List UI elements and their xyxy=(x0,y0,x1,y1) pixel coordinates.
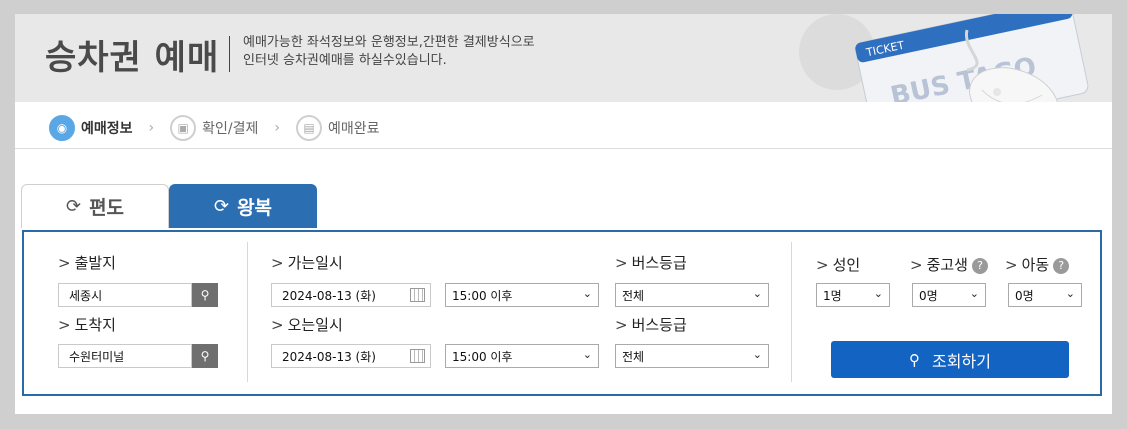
calendar-icon[interactable] xyxy=(410,349,425,363)
header-desc-line1: 예매가능한 좌석정보와 운행정보,간편한 결제방식으로 xyxy=(243,35,535,50)
chevron-right-icon: › xyxy=(274,120,280,136)
bus-grade-return-label: > 버스등급 xyxy=(615,316,687,334)
return-date-label: > 오는일시 xyxy=(271,316,343,334)
search-icon: ⚲ xyxy=(200,349,210,363)
search-button-label: 조회하기 xyxy=(932,351,991,371)
departure-input[interactable]: 세종시 xyxy=(58,283,192,307)
return-date-value: 2024-08-13 (화) xyxy=(282,349,376,364)
page-frame: 승차권 예매 예매가능한 좌석정보와 운행정보,간편한 결제방식으로 인터넷 승… xyxy=(15,14,1112,414)
step-confirm-payment: ▣ 확인/결제 xyxy=(170,115,258,141)
header-divider xyxy=(229,36,230,72)
document-icon: ▤ xyxy=(296,115,322,141)
step-label: 예매정보 xyxy=(81,121,133,137)
student-count-select[interactable]: 0명 ⌄ xyxy=(912,283,986,307)
go-date-value: 2024-08-13 (화) xyxy=(282,288,376,303)
location-pin-icon: ◉ xyxy=(49,115,75,141)
arrival-search-button[interactable]: ⚲ xyxy=(192,344,218,368)
page-header: 승차권 예매 예매가능한 좌석정보와 운행정보,간편한 결제방식으로 인터넷 승… xyxy=(15,14,1112,102)
bus-grade-go-value: 전체 xyxy=(622,288,645,303)
booking-form-panel: > 출발지 세종시 ⚲ > 도착지 수원터미널 ⚲ > 가는일시 2024-08-13… xyxy=(22,230,1102,396)
step-complete: ▤ 예매완료 xyxy=(296,115,380,141)
steps-divider xyxy=(15,148,1112,149)
arrival-input[interactable]: 수원터미널 xyxy=(58,344,192,368)
bus-grade-go-select[interactable]: 전체 ⌄ xyxy=(615,283,769,307)
chevron-down-icon: ⌄ xyxy=(873,287,883,300)
chevron-down-icon: ⌄ xyxy=(582,348,592,361)
tab-round-trip[interactable]: ⟳ 왕복 xyxy=(169,184,317,228)
step-booking-info: ◉ 예매정보 xyxy=(49,115,133,141)
tab-round-trip-label: 왕복 xyxy=(237,196,273,219)
calendar-icon[interactable] xyxy=(410,288,425,302)
tab-one-way[interactable]: ⟳ 편도 xyxy=(21,184,169,228)
chevron-down-icon: ⌄ xyxy=(752,287,762,300)
bus-grade-go-label: > 버스등급 xyxy=(615,254,687,272)
search-button[interactable]: ⚲ 조회하기 xyxy=(831,341,1069,378)
go-time-select[interactable]: 15:00 이후 ⌄ xyxy=(445,283,599,307)
ticket-mouse-illustration: TICKET BUS TAGO xyxy=(799,14,1089,102)
return-time-value: 15:00 이후 xyxy=(452,349,513,364)
return-date-input[interactable]: 2024-08-13 (화) xyxy=(271,344,431,368)
header-description: 예매가능한 좌석정보와 운행정보,간편한 결제방식으로 인터넷 승차권예매를 하… xyxy=(243,34,535,70)
adult-count-value: 1명 xyxy=(823,288,842,303)
header-desc-line2: 인터넷 승차권예매를 하실수있습니다. xyxy=(243,53,447,68)
adult-label: > 성인 xyxy=(816,256,861,274)
chevron-down-icon: ⌄ xyxy=(582,287,592,300)
adult-count-select[interactable]: 1명 ⌄ xyxy=(816,283,890,307)
progress-steps: ◉ 예매정보 › ▣ 확인/결제 › ▤ 예매완료 xyxy=(49,114,380,142)
help-icon[interactable]: ? xyxy=(1053,258,1070,274)
go-time-value: 15:00 이후 xyxy=(452,288,513,303)
search-icon: ⚲ xyxy=(909,350,921,369)
student-label: > 중고생? xyxy=(910,254,988,275)
student-count-value: 0명 xyxy=(919,288,938,303)
chevron-down-icon: ⌄ xyxy=(752,348,762,361)
column-divider xyxy=(247,242,248,382)
departure-label: > 출발지 xyxy=(58,254,116,272)
help-icon[interactable]: ? xyxy=(971,258,988,274)
tab-one-way-label: 편도 xyxy=(89,197,125,219)
child-count-value: 0명 xyxy=(1015,288,1034,303)
monitor-check-icon: ▣ xyxy=(170,115,197,141)
column-divider xyxy=(791,242,792,382)
child-label: > 아동? xyxy=(1005,254,1070,275)
chevron-down-icon: ⌄ xyxy=(1065,287,1075,300)
search-icon: ⚲ xyxy=(200,288,210,302)
page-title: 승차권 예매 xyxy=(45,38,220,78)
departure-search-button[interactable]: ⚲ xyxy=(192,283,218,307)
refresh-icon: ⟳ xyxy=(213,195,230,217)
child-count-select[interactable]: 0명 ⌄ xyxy=(1008,283,1082,307)
chevron-down-icon: ⌄ xyxy=(969,287,979,300)
arrival-label: > 도착지 xyxy=(58,316,116,334)
bus-grade-return-select[interactable]: 전체 ⌄ xyxy=(615,344,769,368)
go-date-input[interactable]: 2024-08-13 (화) xyxy=(271,283,431,307)
step-label: 예매완료 xyxy=(328,121,380,137)
bus-grade-return-value: 전체 xyxy=(622,349,645,364)
chevron-right-icon: › xyxy=(148,120,155,136)
return-time-select[interactable]: 15:00 이후 ⌄ xyxy=(445,344,599,368)
refresh-icon: ⟳ xyxy=(65,196,82,217)
go-date-label: > 가는일시 xyxy=(271,254,343,272)
step-label: 확인/결제 xyxy=(202,121,259,137)
